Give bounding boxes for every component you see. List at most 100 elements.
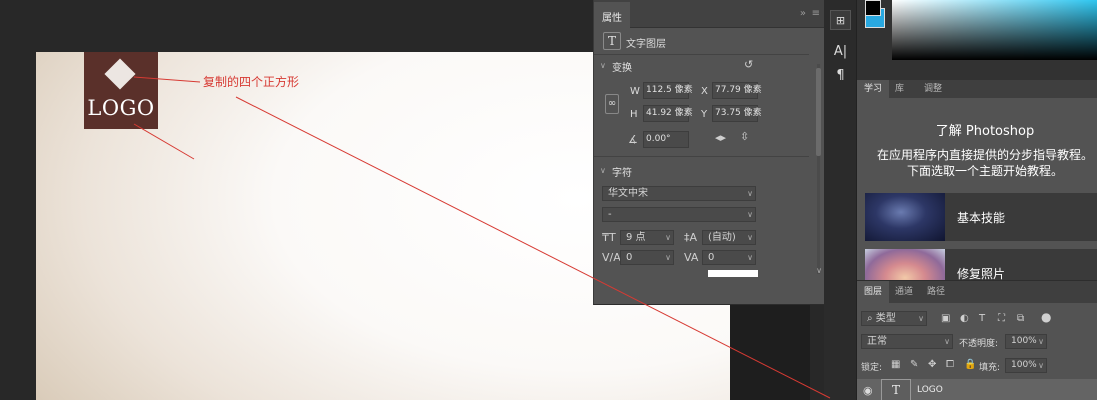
layers-panel: 图层 通道 路径 ⌕ 类型 ∨ ▣ ◐ T ⛶ ⧉ ● 正常 ∨ 不透明度: 100… xyxy=(857,280,1097,400)
chevron-down-icon: ∨ xyxy=(747,210,753,219)
lock-position-icon[interactable]: ✥ xyxy=(928,359,936,370)
properties-tabbar: 属性 » ≡ xyxy=(594,0,824,28)
tutorial-thumbnail xyxy=(865,193,945,241)
font-size-select[interactable]: 9 点 ∨ xyxy=(620,230,674,245)
properties-panel: 属性 » ≡ T 文字图层 ∨ 变换 ↺ ∞ W 112.5 像素 X 77.7… xyxy=(593,0,824,305)
color-picker-field[interactable] xyxy=(892,0,1097,60)
lock-label: 锁定: xyxy=(861,363,883,373)
tab-paths[interactable]: 路径 xyxy=(920,281,952,303)
angle-field[interactable]: 0.00° xyxy=(643,131,689,148)
height-field[interactable]: 41.92 像素 xyxy=(643,105,693,122)
opacity-select[interactable]: 100% ∨ xyxy=(1005,334,1047,349)
layer-row[interactable]: ◉ T LOGO xyxy=(857,379,1097,400)
width-field[interactable]: 112.5 像素 xyxy=(643,82,693,99)
height-label: H xyxy=(630,109,638,120)
lock-image-icon[interactable]: ✎ xyxy=(910,359,918,370)
layer-filter-select[interactable]: ⌕ 类型 ∨ xyxy=(861,311,927,326)
kerning-icon: V/A xyxy=(602,251,621,264)
foreground-color-swatch[interactable] xyxy=(865,0,881,16)
chevron-down-icon: ∨ xyxy=(918,314,924,323)
search-icon: ⌕ xyxy=(867,313,876,324)
eye-icon[interactable]: ◉ xyxy=(863,384,873,397)
blend-mode-select[interactable]: 正常 ∨ xyxy=(861,334,953,349)
font-family-select[interactable]: 华文中宋 ∨ xyxy=(602,186,756,201)
logo-text[interactable]: LOGO xyxy=(84,96,158,120)
y-field[interactable]: 73.75 像素 xyxy=(712,105,762,122)
chevron-down-icon: ∨ xyxy=(1038,337,1044,346)
transform-section-title[interactable]: 变换 xyxy=(612,59,632,74)
fill-label: 填充: xyxy=(979,363,1001,373)
fill-value: 100% xyxy=(1011,360,1037,370)
learn-tabbar: 学习 库 调整 xyxy=(857,80,1097,98)
learn-description-line1: 在应用程序内直接提供的分步指导教程。 xyxy=(877,148,1094,162)
character-panel-icon[interactable]: A| xyxy=(830,42,851,62)
text-layer-icon: T xyxy=(603,32,621,50)
leading-select[interactable]: (自动) ∨ xyxy=(702,230,756,245)
collapse-icon[interactable]: » xyxy=(800,8,806,19)
layer-kind-label: 文字图层 xyxy=(626,39,666,50)
paragraph-panel-icon[interactable]: ¶ xyxy=(830,66,851,86)
x-field[interactable]: 77.79 像素 xyxy=(712,82,762,99)
font-size-icon: ₸T xyxy=(602,231,616,244)
learn-panel: 学习 库 调整 了解 Photoshop 在应用程序内直接提供的分步指导教程。 … xyxy=(857,80,1097,280)
tutorial-label: 修复照片 xyxy=(957,267,1006,280)
chevron-down-icon[interactable]: ∨ xyxy=(816,266,822,275)
tab-channels[interactable]: 通道 xyxy=(888,281,920,303)
character-section-title[interactable]: 字符 xyxy=(612,164,632,179)
font-style-select[interactable]: - ∨ xyxy=(602,207,756,222)
lock-all-icon[interactable]: 🔒 xyxy=(964,359,976,370)
tracking-select[interactable]: 0 ∨ xyxy=(702,250,756,265)
blend-mode-value: 正常 xyxy=(867,336,887,347)
reset-icon[interactable]: ↺ xyxy=(744,58,753,71)
flip-horizontal-icon[interactable]: ◂▸ xyxy=(715,131,726,144)
properties-scrollbar[interactable] xyxy=(815,64,822,274)
layer-thumbnail: T xyxy=(881,379,911,400)
chevron-down-icon[interactable]: ∨ xyxy=(600,166,606,175)
angle-icon: ∡ xyxy=(628,133,638,146)
learn-icon[interactable]: ⊞ xyxy=(830,10,851,30)
tab-libraries[interactable]: 库 xyxy=(888,80,911,98)
scrollbar-thumb[interactable] xyxy=(816,68,821,156)
font-size-value: 9 点 xyxy=(626,232,646,243)
tab-learn[interactable]: 学习 xyxy=(857,80,890,98)
annotation-label: 复制的四个正方形 xyxy=(203,75,300,89)
tutorial-thumbnail xyxy=(865,249,945,280)
layer-name[interactable]: LOGO xyxy=(917,385,943,395)
panel-icon-strip: ⊞ A| ¶ xyxy=(824,0,857,400)
leading-value: (自动) xyxy=(708,232,736,243)
kerning-select[interactable]: 0 ∨ xyxy=(620,250,674,265)
width-label: W xyxy=(630,86,640,97)
divider xyxy=(594,54,809,55)
tab-layers[interactable]: 图层 xyxy=(857,281,890,303)
adjustment-filter-icon[interactable]: ◐ xyxy=(960,313,969,324)
link-dimensions-icon[interactable]: ∞ xyxy=(605,94,619,114)
pixel-filter-icon[interactable]: ▣ xyxy=(941,313,950,324)
chevron-down-icon: ∨ xyxy=(665,253,671,262)
chevron-down-icon[interactable]: ∨ xyxy=(600,61,606,70)
flip-vertical-icon[interactable]: ⇳ xyxy=(740,130,749,143)
color-panel xyxy=(857,0,1097,80)
kerning-value: 0 xyxy=(626,252,633,263)
tutorial-card-fix-photos[interactable]: 修复照片 xyxy=(865,249,1097,280)
panel-menu-icon[interactable]: ≡ xyxy=(812,8,820,19)
tracking-value: 0 xyxy=(708,252,715,263)
divider xyxy=(594,156,809,157)
smart-object-filter-icon[interactable]: ⧉ xyxy=(1017,313,1024,324)
type-filter-icon[interactable]: T xyxy=(979,313,985,324)
fill-select[interactable]: 100% ∨ xyxy=(1005,358,1047,373)
tutorial-label: 基本技能 xyxy=(957,211,1006,225)
shape-filter-icon[interactable]: ⛶ xyxy=(998,313,1005,324)
lock-transparency-icon[interactable]: ▦ xyxy=(891,359,900,370)
text-color-swatch[interactable] xyxy=(708,270,758,277)
font-style-value: - xyxy=(608,209,612,220)
lock-artboard-icon[interactable]: ⧠ xyxy=(946,359,954,370)
leading-icon: ‡A xyxy=(684,231,698,244)
learn-title: 了解 Photoshop xyxy=(935,124,1035,139)
filter-toggle-icon[interactable]: ● xyxy=(1041,310,1051,324)
chevron-down-icon: ∨ xyxy=(665,233,671,242)
tab-properties[interactable]: 属性 xyxy=(594,2,630,28)
tab-adjustments[interactable]: 调整 xyxy=(917,80,949,98)
tutorial-card-basic-skills[interactable]: 基本技能 xyxy=(865,193,1097,241)
learn-description-line2: 下面选取一个主题开始教程。 xyxy=(906,164,1063,178)
chevron-down-icon: ∨ xyxy=(747,189,753,198)
